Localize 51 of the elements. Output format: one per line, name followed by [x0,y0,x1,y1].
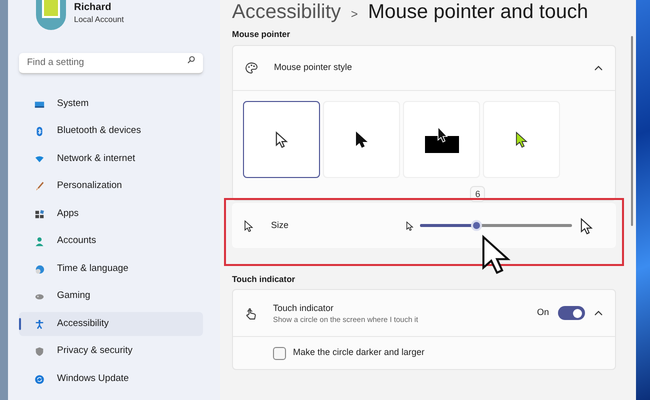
person-icon [34,236,45,247]
pointer-icon [354,131,368,148]
pointer-icon [244,220,254,232]
user-name: Richard [74,1,112,14]
shield-icon [34,346,45,357]
checkbox-label: Make the circle darker and larger [293,346,425,360]
sync-icon [34,374,45,384]
nav-item[interactable]: Personalization [19,174,203,198]
wifi-icon [34,154,45,164]
page-title: Mouse pointer and touch [368,0,588,24]
avatar-icon [36,0,66,30]
nav-item[interactable]: Accounts [19,230,203,254]
palette-icon [245,62,258,74]
section-heading: Touch indicator [232,274,296,285]
search-field[interactable]: Find a setting [19,52,203,74]
touch-hand-icon [245,306,257,320]
setting-label: Size [271,218,290,232]
breadcrumb-link[interactable]: Accessibility [232,0,341,24]
selection-indicator [19,318,21,330]
slider-thumb[interactable] [470,220,482,231]
toggle-switch[interactable] [558,306,585,320]
globe-clock-icon [34,264,45,274]
nav-item[interactable]: Privacy & security [19,340,203,364]
nav-item[interactable]: Gaming [19,284,203,308]
setting-label: Touch indicator [273,302,335,314]
nav-item[interactable]: Time & language [19,257,203,281]
expander-header[interactable]: Mouse pointer style [233,46,615,91]
setting-label: Mouse pointer style [274,61,354,74]
small-pointer-icon [406,220,414,230]
nav-item[interactable]: Bluetooth & devices [19,120,203,144]
nav-item[interactable]: Windows Update [19,367,203,391]
checkbox[interactable] [273,346,286,360]
search-icon [187,56,195,64]
nav-item[interactable]: Apps [19,202,203,226]
section-heading: Mouse pointer [232,29,292,40]
account-type: Local Account [74,14,124,25]
large-pointer-icon [580,216,594,234]
inverted-pointer-icon [424,126,460,154]
paintbrush-icon [34,181,45,192]
toggle-state-label: On [536,306,549,320]
apps-grid-icon [34,208,45,220]
pointer-style-option[interactable] [243,101,320,178]
pointer-icon [274,131,288,148]
accessibility-icon [34,318,45,330]
nav-item[interactable]: System [19,92,203,116]
pointer-icon [514,131,528,148]
nav-item[interactable]: Network & internet [19,147,203,171]
gamepad-icon [34,291,45,302]
nav-item[interactable]: Accessibility [19,312,203,336]
bluetooth-icon [34,126,45,137]
breadcrumb-separator: > [350,6,358,23]
